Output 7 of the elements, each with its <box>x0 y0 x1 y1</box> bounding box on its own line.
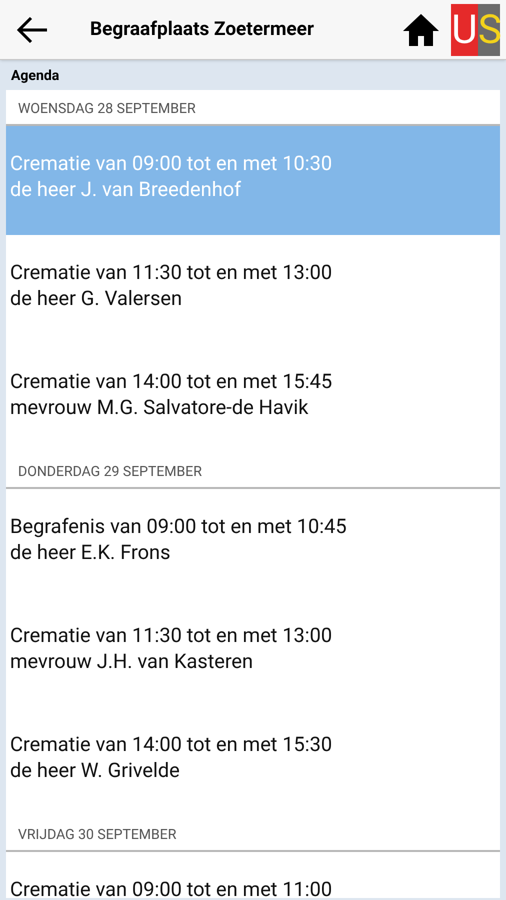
day-header: VRIJDAG 30 SEPTEMBER <box>18 826 176 845</box>
day-header: WOENSDAG 28 SEPTEMBER <box>18 100 196 119</box>
home-icon <box>402 12 440 46</box>
back-arrow-icon <box>15 14 49 44</box>
section-title: Agenda <box>10 67 60 86</box>
app-title: Begraafplaats Zoetermeer <box>90 16 315 42</box>
day-header: DONDERDAG 29 SEPTEMBER <box>18 463 202 482</box>
